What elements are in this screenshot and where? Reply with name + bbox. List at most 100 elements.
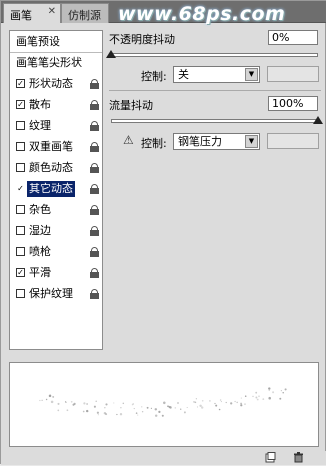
sidebar-item-checkbox[interactable]: ✓ [16,184,25,193]
brush-dot [133,408,135,410]
brush-dot [262,398,265,400]
sidebar-item-label: 湿边 [29,224,51,237]
sidebar-item-9[interactable]: 喷枪 [10,242,102,262]
lock-icon[interactable] [90,247,99,257]
flow-control-select[interactable]: 钢笔压力 ▼ [173,133,260,150]
brush-dot [154,414,158,417]
sidebar-item-checkbox[interactable] [16,226,25,235]
brush-dot [39,399,41,402]
brush-dot [150,407,152,409]
lock-icon[interactable] [90,289,99,299]
sidebar-item-checkbox[interactable] [16,247,25,256]
sidebar-item-checkbox[interactable] [16,142,25,151]
lock-icon[interactable] [90,184,99,194]
opacity-control-select[interactable]: 关 ▼ [173,66,260,83]
sidebar-item-brush-tip-shape[interactable]: 画笔笔尖形状 [10,53,102,73]
brush-dot [65,401,67,403]
tab-clone-source[interactable]: 仿制源 [61,3,109,23]
sidebar-item-label: 画笔笔尖形状 [16,56,82,69]
brush-dot [236,401,238,404]
sidebar-item-3[interactable]: 纹理 [10,116,102,136]
sidebar-item-brush-presets[interactable]: 画笔预设 [10,32,102,52]
tab-brush[interactable]: 画笔 ✕ [3,3,61,23]
sidebar-item-11[interactable]: 保护纹理 [10,284,102,304]
brush-dot [158,410,161,414]
brush-dot [104,407,106,409]
brush-dot [50,400,54,404]
panel-footer [1,451,326,465]
sidebar-item-5[interactable]: 颜色动态 [10,158,102,178]
chevron-down-icon: ▼ [245,135,258,148]
tab-clone-source-label: 仿制源 [68,9,101,22]
lock-icon[interactable] [90,268,99,278]
lock-icon[interactable] [90,100,99,110]
brush-dot [176,401,180,405]
new-preset-icon[interactable] [265,452,276,463]
brush-dot [240,402,243,405]
brush-dot [141,406,143,408]
sidebar-item-label: 颜色动态 [29,161,73,174]
opacity-jitter-input[interactable]: 0% [268,30,318,45]
flow-jitter-input[interactable]: 100% [268,96,318,111]
sidebar-item-label: 双重画笔 [29,140,73,153]
flow-jitter-slider[interactable] [111,119,318,123]
brush-dot [252,395,254,398]
sidebar-item-label: 散布 [29,98,51,111]
flow-control-label: 控制: [141,137,167,150]
brush-dot [57,409,60,412]
brush-dot [141,410,144,413]
brush-dot [215,404,218,407]
sidebar-item-10[interactable]: ✓ 平滑 [10,263,102,283]
sidebar-item-checkbox[interactable] [16,163,25,172]
sidebar-item-6[interactable]: ✓ 其它动态 [10,179,102,199]
opacity-control-value: 关 [178,68,189,81]
warning-icon: ⚠ [123,133,134,147]
sidebar-item-checkbox[interactable] [16,121,25,130]
brush-dot [161,414,164,417]
sidebar-item-checkbox[interactable]: ✓ [16,268,25,277]
brush-dot [163,401,166,405]
sidebar-item-2[interactable]: ✓ 散布 [10,95,102,115]
brush-dot [244,395,247,397]
sidebar-item-label: 杂色 [29,203,51,216]
sidebar-item-checkbox[interactable] [16,205,25,214]
sidebar-item-4[interactable]: 双重画笔 [10,137,102,157]
brush-dot [218,408,221,411]
close-icon[interactable]: ✕ [48,6,56,17]
lock-icon[interactable] [90,79,99,89]
brush-dot [97,414,99,416]
brush-dot [86,409,89,413]
brush-dot [255,391,258,394]
brush-dot [66,409,69,412]
brush-dot [194,401,197,404]
brush-dot [96,411,99,414]
brush-dot [280,390,282,392]
flow-jitter-slider-thumb[interactable] [313,116,323,124]
lock-icon[interactable] [90,226,99,236]
brush-dot [183,411,186,414]
brush-dot [220,401,222,403]
trash-icon[interactable] [293,452,304,463]
opacity-min-field [267,66,319,82]
sidebar-item-checkbox[interactable]: ✓ [16,79,25,88]
brush-dot [272,391,275,394]
brush-dot [154,408,158,411]
sidebar-item-7[interactable]: 杂色 [10,200,102,220]
sidebar-item-1[interactable]: ✓ 形状动态 [10,74,102,94]
brush-dot [234,400,236,403]
brush-dot [282,392,284,394]
tab-bar: 画笔 ✕ 仿制源 www.68ps.com [1,1,326,25]
lock-icon[interactable] [90,163,99,173]
brush-dot [119,413,123,416]
lock-icon[interactable] [90,121,99,131]
sidebar-item-checkbox[interactable] [16,289,25,298]
lock-icon[interactable] [90,205,99,215]
sidebar-item-label: 保护纹理 [29,287,73,300]
brush-dot [122,402,125,405]
sidebar-item-8[interactable]: 湿边 [10,221,102,241]
opacity-jitter-slider-thumb[interactable] [106,50,116,58]
lock-icon[interactable] [90,142,99,152]
brush-dot [255,396,258,399]
opacity-jitter-slider[interactable] [111,53,318,57]
sidebar-item-checkbox[interactable]: ✓ [16,100,25,109]
